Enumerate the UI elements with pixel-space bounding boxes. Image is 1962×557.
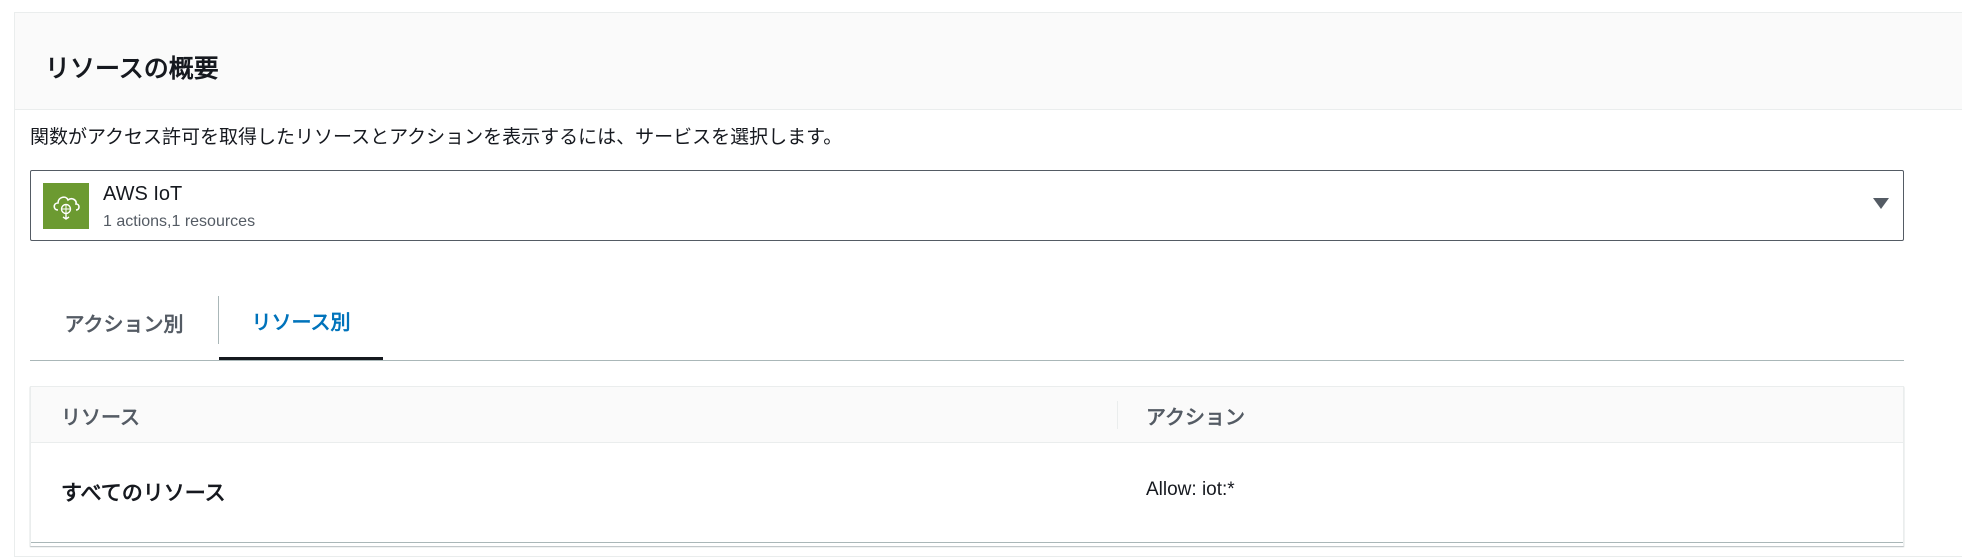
cell-action: Allow: iot:* <box>1146 479 1235 500</box>
resource-table: リソース アクション すべてのリソース Allow: iot:* <box>30 386 1904 546</box>
column-divider <box>1117 401 1118 429</box>
panel-description: 関数がアクセス許可を取得したリソースとアクションを表示するには、サービスを選択し… <box>30 127 843 148</box>
column-header-action[interactable]: アクション <box>1146 401 1245 430</box>
table-row: すべてのリソース Allow: iot:* <box>31 443 1903 543</box>
aws-iot-cloud-icon <box>43 183 89 229</box>
view-tabs: アクション別 リソース別 <box>30 284 1904 361</box>
tab-by-action[interactable]: アクション別 <box>30 284 218 360</box>
column-header-resource[interactable]: リソース <box>61 401 140 430</box>
panel-title: リソースの概要 <box>45 55 219 83</box>
caret-down-icon[interactable] <box>1873 198 1889 209</box>
table-header: リソース アクション <box>31 386 1903 443</box>
service-select[interactable]: AWS IoT 1 actions,1 resources <box>30 170 1904 241</box>
service-name: AWS IoT <box>103 183 183 205</box>
service-meta: 1 actions,1 resources <box>103 213 256 230</box>
panel-header: リソースの概要 <box>15 13 1962 110</box>
tab-by-resource[interactable]: リソース別 <box>219 284 383 360</box>
cell-resource: すべてのリソース <box>61 482 226 505</box>
